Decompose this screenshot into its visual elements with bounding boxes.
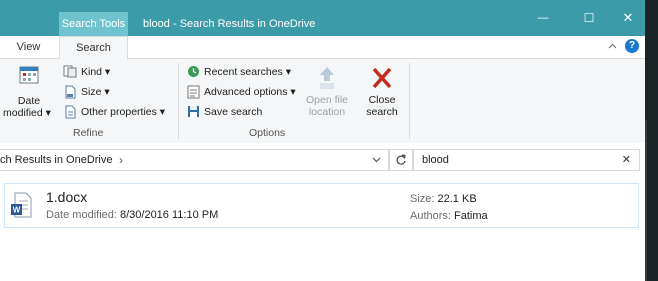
advanced-options-icon <box>187 85 200 99</box>
kind-label: Kind ▾ <box>81 65 111 78</box>
kind-icon <box>63 65 77 78</box>
size-icon <box>65 85 76 99</box>
open-file-location-label-line1: Open file <box>305 94 349 106</box>
tab-search[interactable]: Search <box>59 36 128 60</box>
date-modified-label-line2: modified ▾ <box>3 107 51 119</box>
refresh-button[interactable] <box>389 149 413 171</box>
size-value: 22.1 KB <box>437 193 477 205</box>
address-row: ch Results in OneDrive › blood ✕ <box>0 143 645 175</box>
search-tools-context-tab[interactable]: Search Tools <box>59 12 128 36</box>
open-file-location-label-line2: location <box>308 106 346 118</box>
word-document-icon: W <box>11 192 32 218</box>
save-icon <box>188 106 199 117</box>
date-modified-key: Date modified: <box>46 209 120 221</box>
recent-searches-icon <box>188 66 199 77</box>
date-modified-value: 8/30/2016 11:10 PM <box>119 209 219 221</box>
file-name: 1.docx <box>46 189 88 205</box>
refine-group-label: Refine <box>73 127 104 139</box>
close-search-label-line2: search <box>366 106 398 118</box>
authors-value: Fatima <box>454 210 488 222</box>
chevron-down-icon[interactable] <box>372 157 381 163</box>
save-search-label: Save search <box>204 105 263 118</box>
ribbon-tab-bar: View Search ? <box>0 36 645 60</box>
list-item[interactable]: W 1.docx Date modified: 8/30/2016 11:10 … <box>4 183 639 228</box>
advanced-options-button[interactable]: Advanced options ▾ <box>187 85 296 99</box>
size-button[interactable]: Size ▾ <box>63 85 110 99</box>
close-search-icon <box>372 67 392 89</box>
date-modified-label-line1: Date <box>17 95 41 107</box>
kind-button[interactable]: Kind ▾ <box>63 65 110 78</box>
window-edge <box>645 0 658 281</box>
date-modified-button[interactable]: Date modified ▾ <box>3 65 51 119</box>
calendar-icon <box>19 66 39 84</box>
size-label: Size ▾ <box>81 86 110 98</box>
search-input-value: blood <box>422 154 449 166</box>
edge-divider <box>645 120 647 281</box>
ribbon-separator <box>178 63 179 139</box>
file-list: W 1.docx Date modified: 8/30/2016 11:10 … <box>0 175 645 281</box>
save-search-button[interactable]: Save search <box>187 105 262 118</box>
recent-searches-button[interactable]: Recent searches ▾ <box>187 65 291 78</box>
ribbon-separator <box>409 63 410 139</box>
clear-search-icon[interactable]: ✕ <box>622 150 631 170</box>
search-input[interactable]: blood ✕ <box>413 149 640 171</box>
size-key: Size: <box>410 193 438 205</box>
options-group-label: Options <box>249 127 286 139</box>
title-bar: Search Tools blood - Search Results in O… <box>0 0 645 36</box>
close-search-label-line1: Close <box>368 94 396 106</box>
help-icon[interactable]: ? <box>625 39 639 53</box>
ribbon-panel: Date modified ▾ Kind ▾ Size ▾ Other prop… <box>0 59 645 144</box>
other-properties-button[interactable]: Other properties ▾ <box>63 105 165 119</box>
file-date-modified: Date modified: 8/30/2016 11:10 PM <box>46 209 218 221</box>
chevron-up-icon[interactable] <box>608 43 617 49</box>
window-title: blood - Search Results in OneDrive <box>143 18 316 30</box>
minimize-button[interactable]: — <box>520 0 566 36</box>
open-file-location-icon <box>320 67 334 89</box>
address-bar[interactable]: ch Results in OneDrive › <box>0 149 389 171</box>
refresh-icon <box>396 154 406 165</box>
breadcrumb-chevron[interactable]: › <box>119 150 123 170</box>
close-search-button[interactable]: Close search <box>362 65 402 118</box>
tab-view[interactable]: View <box>0 36 57 58</box>
ribbon-controls: ? <box>608 39 639 53</box>
file-authors: Authors: Fatima <box>410 210 488 222</box>
address-path[interactable]: ch Results in OneDrive <box>0 150 113 170</box>
authors-key: Authors: <box>410 210 455 222</box>
svg-text:W: W <box>13 206 21 215</box>
file-size: Size: 22.1 KB <box>410 193 477 205</box>
recent-searches-label: Recent searches ▾ <box>204 65 291 78</box>
document-properties-icon <box>65 105 76 119</box>
open-file-location-button[interactable]: Open file location <box>303 65 351 118</box>
advanced-options-label: Advanced options ▾ <box>204 86 296 98</box>
other-properties-label: Other properties ▾ <box>81 106 166 118</box>
